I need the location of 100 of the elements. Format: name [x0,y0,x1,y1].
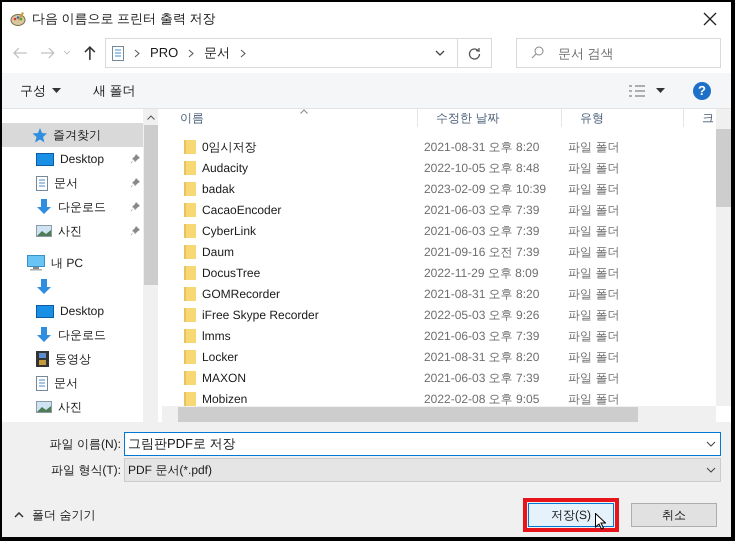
table-cell-text: 2021-06-03 오후 7:39 [423,328,540,344]
forward-arrow-icon[interactable] [40,46,56,60]
sort-caret-icon [300,109,308,114]
table-cell-text: 2021-08-31 오후 8:20 [423,348,540,366]
up-arrow-icon[interactable] [83,45,98,61]
sidebar-item[interactable]: Desktop [2,147,143,171]
file-name[interactable]: DocusTree [202,264,260,282]
scroll-thumb[interactable] [716,129,731,207]
chevron-icon [188,48,194,58]
table-cell-text: 파일 폴더 [567,286,620,302]
scrollbar[interactable] [143,109,158,422]
down-arrow-icon [36,279,52,295]
folder-icon [184,328,196,342]
monitor-icon [36,152,54,166]
sidebar-item[interactable]: 문서 [2,171,143,195]
landscape-icon [36,401,52,413]
table-cell-text: 2021-06-03 오후 7:39 [423,222,540,240]
new-folder-button[interactable]: 새 폴더 [93,80,136,100]
scroll-thumb[interactable] [144,125,158,285]
back-arrow-icon[interactable] [12,46,28,60]
path-segment[interactable]: PRO [150,43,178,63]
table-cell-text: 파일 폴더 [567,244,620,260]
pin-icon[interactable] [130,202,140,212]
table-cell-text: 파일 폴더 [567,264,620,282]
close-icon[interactable] [703,12,717,26]
table-cell-text: 파일 폴더 [567,328,620,344]
dropdown-caret-icon [706,467,716,473]
landscape-icon [36,225,52,237]
caret-up-icon [14,512,24,518]
monitor-icon [36,304,54,318]
mouse-cursor-icon [595,513,606,530]
table-cell-text: 파일 폴더 [567,348,620,366]
file-name[interactable]: Locker [202,348,238,366]
folder-icon [184,266,196,280]
pin-icon[interactable] [130,154,140,164]
sidebar-item[interactable]: 문서 [2,371,143,395]
column-header[interactable]: 수정한 날짜 [417,109,561,127]
table-cell-text: 2021-08-31 오후 8:20 [423,286,540,302]
file-name[interactable]: badak [202,180,235,198]
column-header[interactable]: 유형 [561,109,683,127]
column-header[interactable]: 크 [683,109,713,127]
file-name[interactable]: Audacity [202,158,248,176]
document-icon [36,376,48,390]
refresh-icon [468,46,482,60]
pin-icon[interactable] [130,178,140,188]
table-cell-text: 파일 폴더 [567,390,620,406]
path-segment[interactable]: 문서 [204,43,230,63]
file-name[interactable]: CacaoEncoder [202,200,282,218]
sidebar-item[interactable]: 사진 [2,395,143,419]
folder-icon [184,202,196,216]
table-cell-text: 2022-05-03 오후 9:26 [423,306,540,324]
file-name[interactable]: Mobizen [202,390,248,406]
sidebar-item[interactable]: 사진 [2,219,143,243]
folder-icon [184,224,196,238]
sidebar-item-selected[interactable]: 즐겨찾기 [2,123,143,147]
pin-icon[interactable] [130,226,140,236]
file-name[interactable]: GOMRecorder [202,284,280,302]
search-field[interactable]: 문서 검색 [516,38,722,68]
folder-icon [184,308,196,322]
dropdown-caret-icon[interactable] [706,441,716,447]
folder-icon [184,286,196,300]
sidebar-item[interactable]: Desktop [2,299,143,323]
scroll-thumb[interactable] [178,406,638,422]
scroll-up-icon[interactable] [146,114,154,120]
down-arrow-icon [36,327,52,343]
cancel-button[interactable]: 취소 [631,503,717,527]
folder-icon [184,350,196,364]
dropdown-caret-icon[interactable] [435,50,446,56]
column-header[interactable]: 이름 [162,109,417,127]
scrollbar[interactable] [716,109,731,406]
file-name[interactable]: MAXON [202,368,246,386]
file-name[interactable]: Daum [202,242,234,260]
table-cell-text: 2021-08-31 오후 8:20 [423,138,540,156]
file-name[interactable]: CyberLink [202,222,256,240]
table-cell-text: 2021-06-03 오후 7:39 [423,370,540,386]
document-icon [112,46,124,60]
help-button[interactable]: ? [693,82,711,100]
organize-menu[interactable]: 구성 [20,80,61,100]
sidebar-item[interactable]: 다운로드 [2,195,143,219]
file-name-field[interactable]: 그림판PDF로 저장 [124,432,721,456]
table-cell-text: 파일 폴더 [567,202,620,218]
address-bar[interactable]: PRO 문서 [105,38,492,68]
file-name[interactable]: iFree Skype Recorder [202,306,319,324]
horizontal-scrollbar[interactable] [162,406,716,422]
view-options-icon[interactable] [628,84,646,96]
sidebar-item[interactable]: 동영상 [2,347,143,371]
table-cell-text: 2021-09-16 오전 7:39 [423,244,540,260]
hide-folders-button[interactable]: 폴더 숨기기 [14,506,96,524]
table-cell-text: 파일 폴더 [567,306,620,324]
file-name[interactable]: 0임시저장 [202,138,257,156]
sidebar-item[interactable]: 내 PC [2,251,143,275]
file-name[interactable]: lmms [202,326,231,344]
down-arrow-icon [36,199,52,215]
table-cell-text: 2022-11-29 오후 8:09 [423,264,540,282]
table-cell-text: 파일 폴더 [567,180,620,198]
dropdown-caret-icon[interactable] [656,88,665,94]
field-label: 파일 형식(T): [50,462,122,479]
file-type-dropdown[interactable]: PDF 문서(*.pdf) [124,458,721,482]
sidebar-item[interactable]: 다운로드 [2,323,143,347]
save-button[interactable]: 저장(S) [528,503,614,527]
